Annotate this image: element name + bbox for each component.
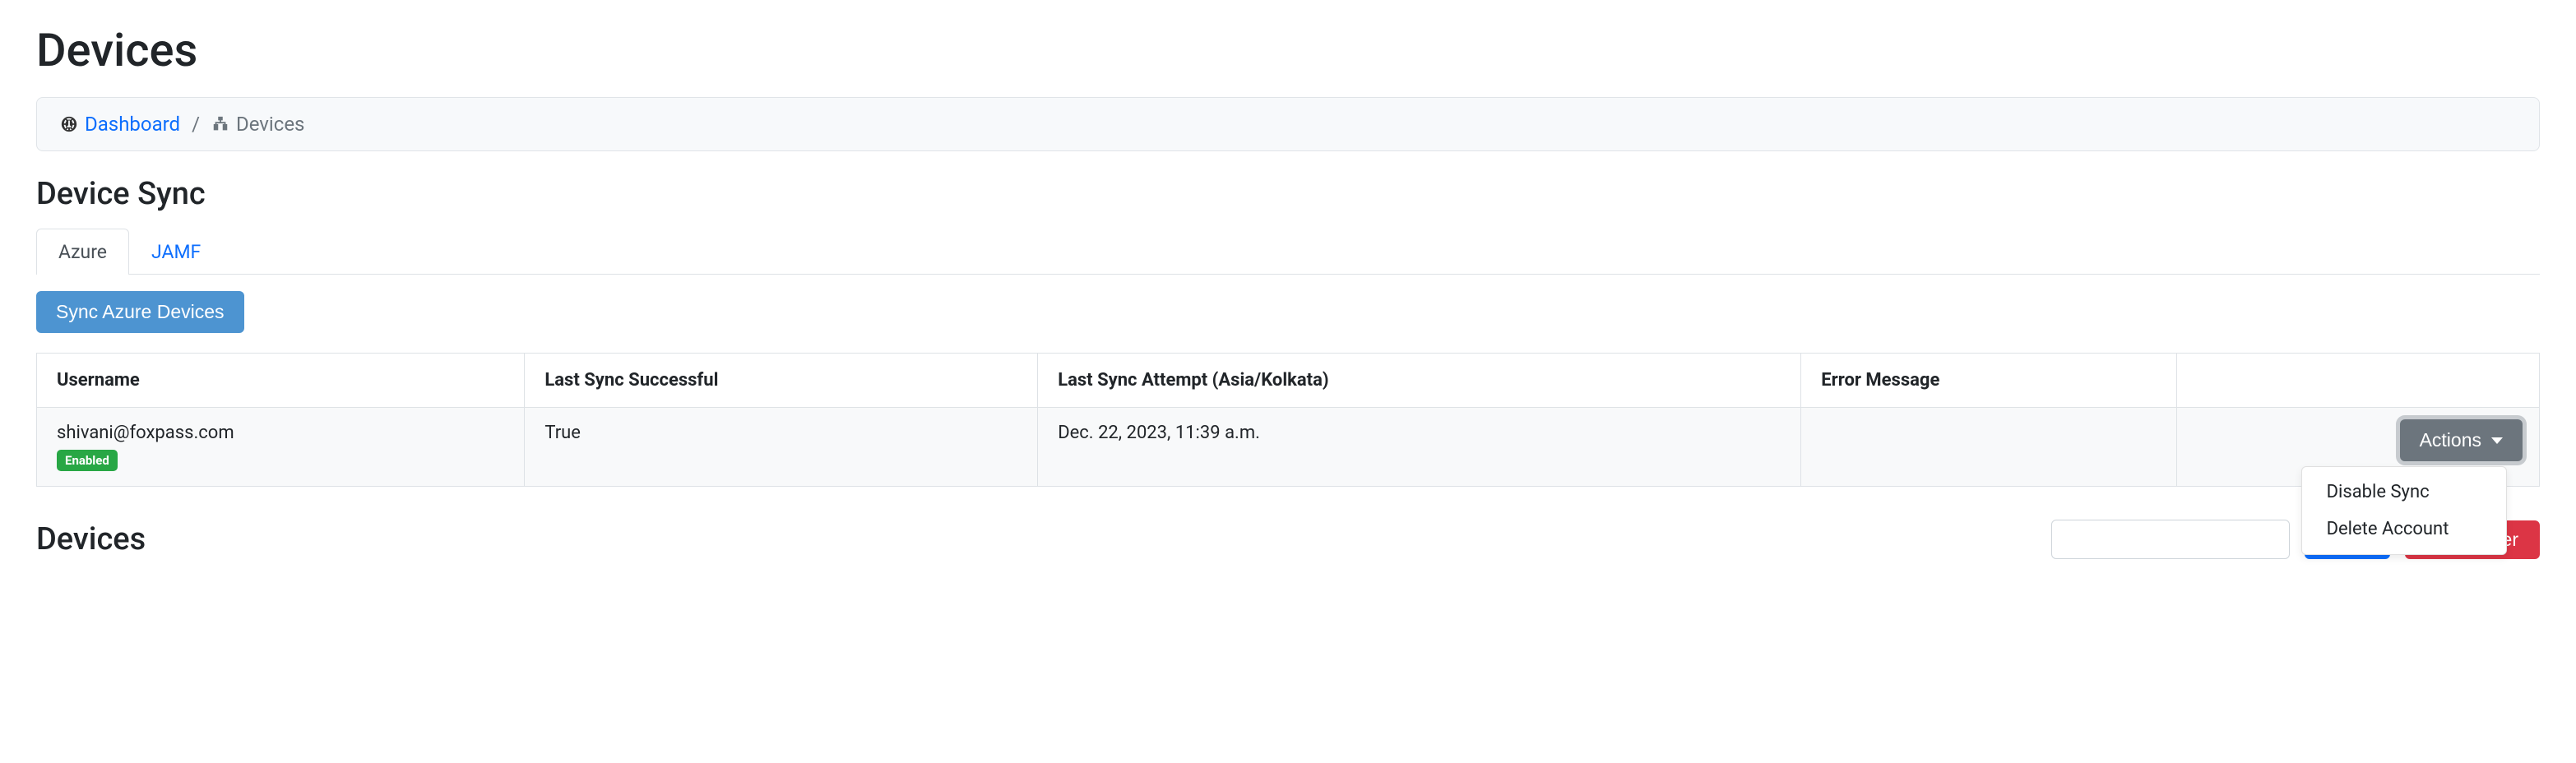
cell-last-sync-successful: True	[525, 408, 1038, 487]
sync-azure-devices-button[interactable]: Sync Azure Devices	[36, 291, 244, 333]
actions-dropdown-menu: Disable Sync Delete Account	[2301, 466, 2507, 555]
breadcrumb: Dashboard / Devices	[36, 97, 2540, 151]
actions-dropdown-button[interactable]: Actions	[2400, 419, 2523, 461]
col-last-sync-successful: Last Sync Successful	[525, 354, 1038, 408]
breadcrumb-dashboard-link[interactable]: Dashboard	[85, 113, 180, 136]
username-text: shivani@foxpass.com	[57, 423, 504, 443]
page-title: Devices	[36, 23, 2540, 77]
table-header-row: Username Last Sync Successful Last Sync …	[37, 354, 2540, 408]
disable-sync-option[interactable]: Disable Sync	[2302, 474, 2506, 511]
breadcrumb-current: Devices	[236, 113, 304, 136]
col-last-sync-attempt: Last Sync Attempt (Asia/Kolkata)	[1038, 354, 1801, 408]
tab-jamf[interactable]: JAMF	[129, 229, 223, 275]
device-sync-title: Device Sync	[36, 176, 2540, 212]
cell-actions: Actions Disable Sync Delete Account	[2176, 408, 2539, 487]
status-badge: Enabled	[57, 450, 118, 471]
devices-title: Devices	[36, 521, 146, 557]
dashboard-icon	[60, 115, 78, 133]
sync-tabs: Azure JAMF	[36, 229, 2540, 275]
breadcrumb-separator: /	[192, 113, 200, 136]
filter-input[interactable]	[2051, 520, 2290, 559]
delete-account-option[interactable]: Delete Account	[2302, 511, 2506, 548]
cell-username: shivani@foxpass.com Enabled	[37, 408, 525, 487]
cell-last-sync-attempt: Dec. 22, 2023, 11:39 a.m.	[1038, 408, 1801, 487]
table-row: shivani@foxpass.com Enabled True Dec. 22…	[37, 408, 2540, 487]
col-username: Username	[37, 354, 525, 408]
col-error-message: Error Message	[1801, 354, 2176, 408]
tab-azure[interactable]: Azure	[36, 229, 129, 275]
cell-error-message	[1801, 408, 2176, 487]
col-actions	[2176, 354, 2539, 408]
sitemap-icon	[211, 115, 229, 133]
sync-table: Username Last Sync Successful Last Sync …	[36, 353, 2540, 487]
